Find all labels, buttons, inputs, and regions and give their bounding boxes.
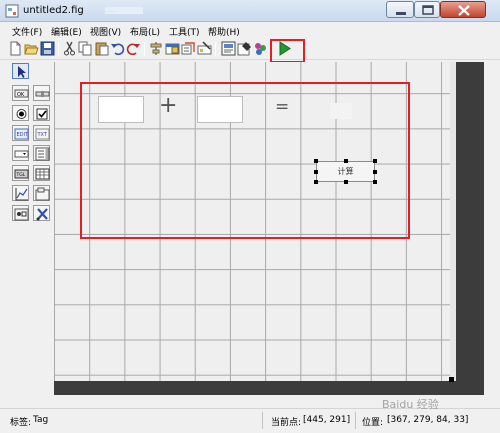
toolbar-editor-icon[interactable]: [197, 41, 212, 56]
new-icon[interactable]: [8, 41, 23, 56]
popup-menu-icon: [14, 150, 29, 158]
table-icon: [35, 168, 50, 180]
menu-file[interactable]: 文件(F): [12, 25, 42, 38]
tag-value: Tag: [33, 415, 49, 425]
copy-icon[interactable]: [78, 41, 93, 56]
toolbar: [0, 39, 500, 60]
checkbox-tool[interactable]: [33, 105, 50, 121]
close-button[interactable]: [440, 1, 486, 18]
panel-tool[interactable]: [33, 185, 50, 201]
menu-view[interactable]: 视图(V): [90, 25, 121, 38]
menu-layout[interactable]: 布局(L): [130, 25, 160, 38]
save-icon[interactable]: [40, 41, 55, 56]
cut-icon[interactable]: [62, 41, 77, 56]
svg-text:TGL: TGL: [16, 172, 26, 178]
select-tool[interactable]: [12, 63, 29, 79]
arrow-pointer-icon: [18, 66, 26, 78]
minimize-icon: [396, 12, 406, 15]
menu-help[interactable]: 帮助(H): [208, 25, 240, 38]
open-icon[interactable]: [24, 41, 39, 56]
maximize-button[interactable]: [414, 1, 440, 18]
listbox-tool[interactable]: [33, 145, 50, 161]
current-point-label: 当前点:: [271, 418, 302, 428]
close-icon: [458, 5, 470, 16]
toggle-button-icon: TGL: [14, 169, 29, 179]
push-button-icon: OK: [14, 89, 29, 98]
menu-editor-icon[interactable]: [165, 41, 180, 56]
panel-icon: [35, 187, 50, 201]
title-bar: untitled2.fig ......: [0, 0, 500, 22]
position-label: 位置:: [362, 418, 384, 428]
axes-icon: [15, 188, 28, 201]
radio-button-icon: [16, 109, 27, 119]
radio-button-tool[interactable]: [12, 105, 29, 121]
property-inspector-icon[interactable]: [237, 41, 252, 56]
paste-icon[interactable]: [94, 41, 109, 56]
redo-icon[interactable]: [126, 41, 141, 56]
run-highlight-box: [270, 39, 305, 63]
toolbar-separator: [215, 42, 216, 56]
object-browser-icon[interactable]: [253, 41, 268, 56]
minimize-button[interactable]: [386, 1, 414, 18]
static-text-tool[interactable]: TXT: [33, 125, 50, 141]
status-separator: [262, 412, 263, 429]
position-value: [367, 279, 84, 33]: [387, 415, 469, 425]
status-separator: [355, 412, 356, 429]
annotation-highlight-box: [80, 82, 410, 239]
activex-tool[interactable]: [33, 205, 50, 221]
maximize-icon: [422, 5, 434, 15]
toolbar-separator: [58, 42, 59, 56]
tag-label: 标签:: [10, 418, 32, 428]
undo-icon[interactable]: [110, 41, 125, 56]
menu-bar: 文件(F) 编辑(E) 视图(V) 布局(L) 工具(T) 帮助(H): [0, 22, 500, 39]
align-icon[interactable]: [149, 41, 164, 56]
figure-resize-handle[interactable]: [449, 377, 454, 382]
window-title: untitled2.fig: [23, 5, 84, 16]
table-tool[interactable]: [33, 165, 50, 181]
checkbox-icon: [36, 108, 48, 120]
edit-text-icon: EDIT: [14, 128, 29, 140]
slider-icon: [35, 91, 50, 97]
toggle-button-tool[interactable]: TGL: [12, 165, 29, 181]
menu-tools[interactable]: 工具(T): [169, 25, 200, 38]
listbox-icon: [35, 147, 50, 161]
figure-app-icon: [5, 4, 19, 18]
button-group-icon: [14, 208, 29, 221]
popup-menu-tool[interactable]: [12, 145, 29, 161]
tab-order-icon[interactable]: [181, 41, 196, 56]
figure-resize-area-right[interactable]: [456, 62, 484, 395]
static-text-icon: TXT: [35, 128, 50, 140]
component-palette: OK EDIT TXT TGL: [8, 62, 51, 402]
svg-text:EDIT: EDIT: [17, 132, 29, 138]
svg-text:TXT: TXT: [37, 132, 48, 138]
blurred-title-text: ......: [105, 7, 143, 14]
push-button-tool[interactable]: OK: [12, 85, 29, 101]
figure-resize-area-bottom[interactable]: [54, 381, 456, 395]
activex-icon: [36, 208, 48, 221]
mfile-editor-icon[interactable]: [221, 41, 236, 56]
axes-tool[interactable]: [12, 185, 29, 201]
slider-tool[interactable]: [33, 85, 50, 101]
watermark-text: Baidu 经验: [382, 398, 439, 411]
toolbar-separator: [144, 42, 145, 56]
menu-edit[interactable]: 编辑(E): [51, 25, 82, 38]
vertical-scrollbar[interactable]: [484, 62, 494, 395]
edit-text-tool[interactable]: EDIT: [12, 125, 29, 141]
current-point-value: [445, 291]: [303, 415, 351, 425]
button-group-tool[interactable]: [12, 205, 29, 221]
svg-text:OK: OK: [17, 92, 25, 98]
